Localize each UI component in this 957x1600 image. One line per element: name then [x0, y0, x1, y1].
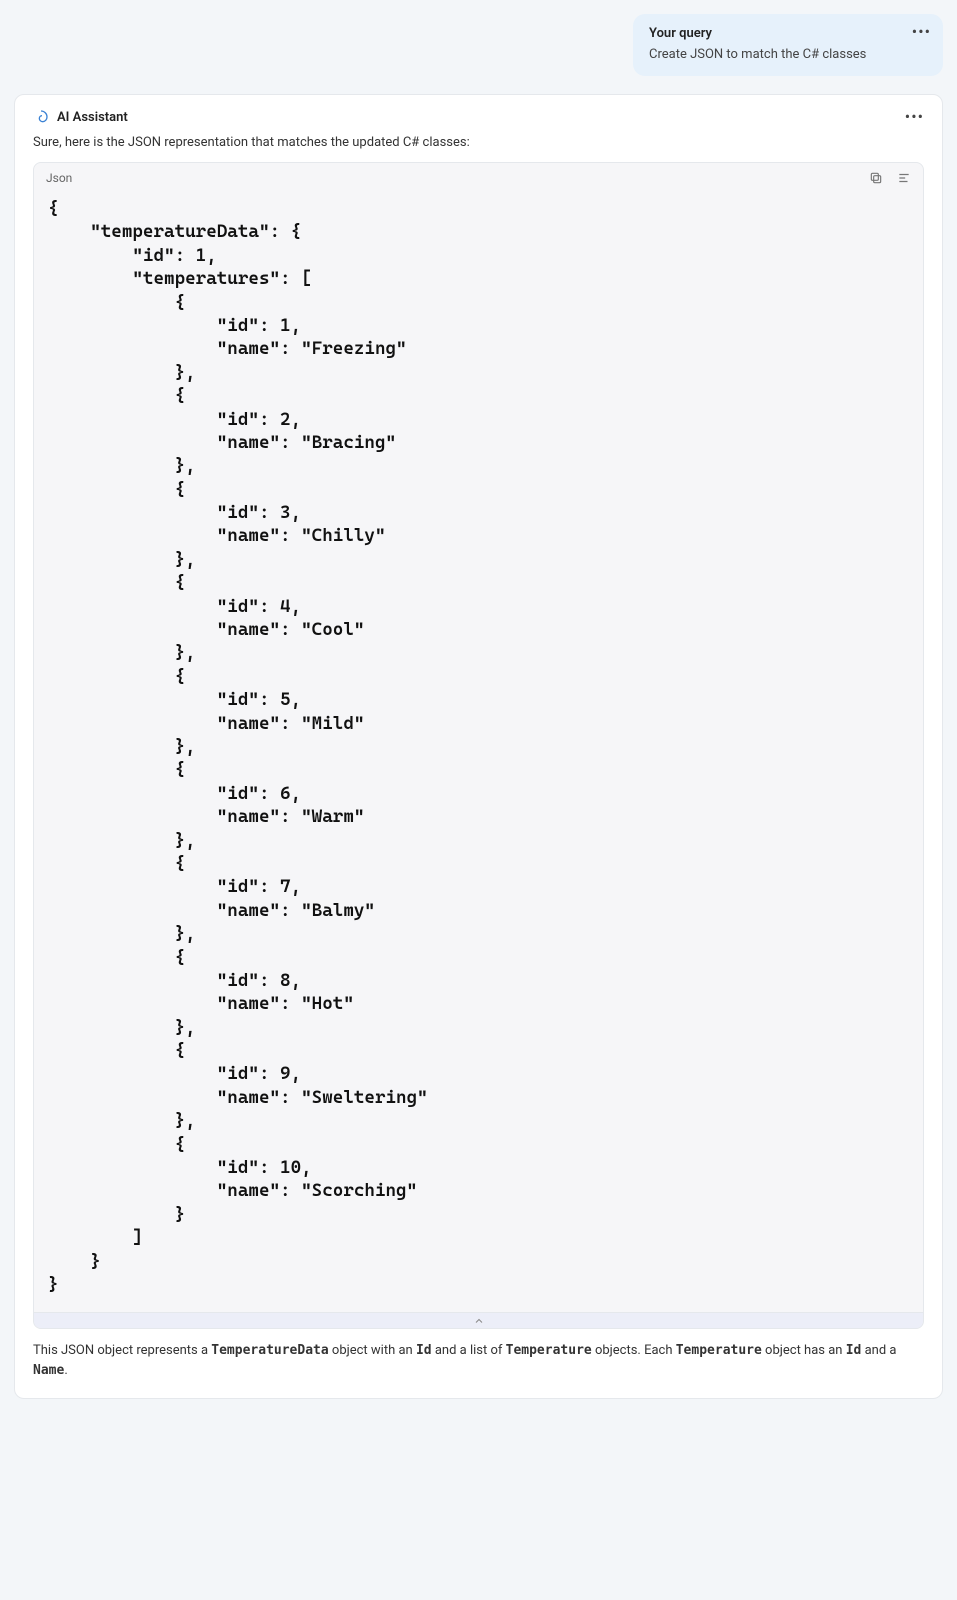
- format-icon[interactable]: [897, 171, 911, 185]
- code-content[interactable]: { "temperatureData": { "id": 1, "tempera…: [34, 193, 923, 1312]
- user-query-title: Your query: [649, 26, 927, 41]
- code-term: Name: [33, 1363, 64, 1378]
- code-expand-handle[interactable]: [34, 1312, 923, 1328]
- assistant-more-icon[interactable]: •••: [905, 109, 924, 125]
- assistant-name: AI Assistant: [57, 110, 128, 125]
- user-query-more-icon[interactable]: •••: [912, 24, 931, 40]
- assistant-card: AI Assistant ••• Sure, here is the JSON …: [14, 94, 943, 1399]
- code-block: Json { "temperatureData": { "id": 1, "te…: [33, 162, 924, 1329]
- assistant-explanation: This JSON object represents a Temperatur…: [33, 1341, 924, 1380]
- user-query-bubble: Your query Create JSON to match the C# c…: [633, 14, 943, 76]
- code-language-label: Json: [46, 171, 72, 185]
- assistant-header: AI Assistant •••: [33, 109, 924, 125]
- copy-icon[interactable]: [869, 171, 883, 185]
- code-term: Temperature: [676, 1343, 762, 1358]
- code-term: Id: [846, 1343, 862, 1358]
- code-term: Temperature: [506, 1343, 592, 1358]
- code-term: Id: [416, 1343, 432, 1358]
- code-term: TemperatureData: [211, 1343, 328, 1358]
- user-query-text: Create JSON to match the C# classes: [649, 47, 927, 62]
- user-query-row: Your query Create JSON to match the C# c…: [14, 14, 943, 76]
- code-block-header: Json: [34, 163, 923, 193]
- code-actions: [869, 171, 911, 185]
- assistant-logo-icon: [33, 109, 49, 125]
- assistant-intro-text: Sure, here is the JSON representation th…: [33, 135, 924, 150]
